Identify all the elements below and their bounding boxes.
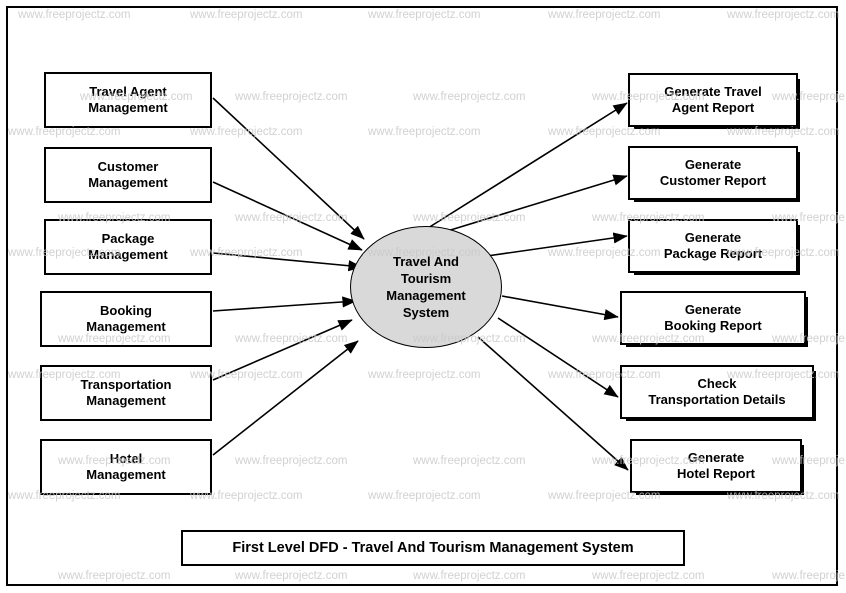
central-process-circle[interactable]: Travel And Tourism Management System [350,226,502,348]
process-label: Hotel Management [86,451,166,482]
process-box-customer-management[interactable]: Customer Management [44,147,212,203]
process-box-generate-booking-report[interactable]: Generate Booking Report [620,291,808,347]
process-box-travel-agent-management[interactable]: Travel Agent Management [44,72,212,128]
process-label: Package Management [88,231,168,262]
diagram-title: First Level DFD - Travel And Tourism Man… [232,540,634,556]
diagram-title-box: First Level DFD - Travel And Tourism Man… [181,530,685,566]
flow-customer-report-out [443,174,628,233]
flow-transportation-details-out [497,317,619,398]
process-box-generate-package-report[interactable]: Generate Package Report [628,219,800,275]
process-label: Transportation Management [80,377,172,408]
process-box-package-management[interactable]: Package Management [44,219,212,275]
process-label: Generate Booking Report [664,302,762,333]
process-label: Travel Agent Management [88,84,168,115]
process-label: Generate Travel Agent Report [664,84,762,115]
process-box-generate-hotel-report[interactable]: Generate Hotel Report [630,439,804,495]
process-box-generate-customer-report[interactable]: Generate Customer Report [628,146,800,202]
process-label: Check Transportation Details [648,376,786,407]
flow-transportation-in [212,319,353,381]
process-label: Generate Customer Report [659,157,767,188]
flow-booking-in [212,296,357,312]
process-box-hotel-management[interactable]: Hotel Management [40,439,212,495]
flow-booking-report-out [501,295,619,321]
process-label: Customer Management [88,159,168,190]
process-label: Booking Management [86,303,166,334]
flow-hotel-report-out [477,336,629,471]
flow-travel-agent-report-out [427,102,628,229]
process-box-booking-management[interactable]: Booking Management [40,291,212,347]
process-label: Generate Package Report [663,230,763,261]
process-box-transportation-management[interactable]: Transportation Management [40,365,212,421]
flow-package-report-out [486,232,628,257]
dfd-diagram-canvas: Travel Agent Management Customer Managem… [0,0,846,593]
process-box-generate-travel-agent-report[interactable]: Generate Travel Agent Report [628,73,800,129]
process-label: Generate Hotel Report [677,450,755,481]
flow-package-in [212,252,363,272]
central-process-label: Travel And Tourism Management System [386,254,466,320]
flow-travel-agent-in [212,97,365,240]
flow-hotel-in [212,340,359,456]
process-box-check-transportation-details[interactable]: Check Transportation Details [620,365,816,421]
